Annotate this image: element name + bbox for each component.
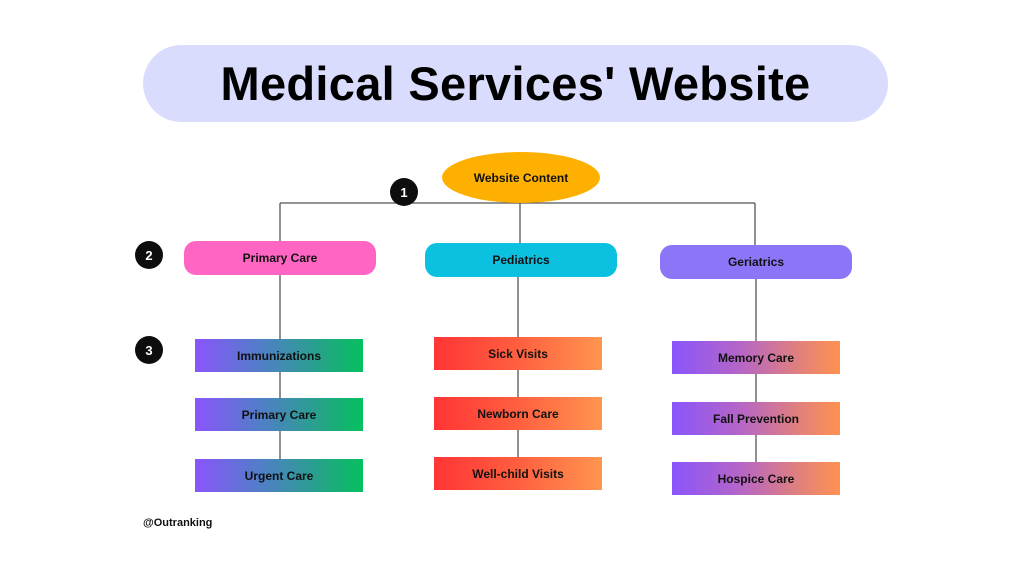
subitem-hospice-care: Hospice Care: [672, 462, 840, 495]
subitem-label: Fall Prevention: [712, 411, 800, 426]
subitem-urgent-care: Urgent Care: [195, 459, 363, 492]
subitem-newborn-care: Newborn Care: [434, 397, 602, 430]
level-badge-number: 2: [145, 247, 153, 263]
subitem-label: Hospice Care: [717, 471, 795, 486]
category-geriatrics: Geriatrics: [660, 245, 852, 279]
subitem-label: Newborn Care: [477, 406, 559, 421]
category-primary-care: Primary Care: [184, 241, 376, 275]
level-badge-number: 3: [145, 342, 153, 358]
root-label: Website Content: [473, 170, 569, 185]
category-pediatrics: Pediatrics: [425, 243, 617, 277]
level-badge-2: 2: [135, 241, 163, 269]
subitem-immunizations: Immunizations: [195, 339, 363, 372]
category-label: Pediatrics: [492, 253, 550, 267]
category-label: Geriatrics: [727, 255, 785, 269]
subitem-label: Immunizations: [236, 348, 321, 363]
level-badge-3: 3: [135, 336, 163, 364]
subitem-sick-visits: Sick Visits: [434, 337, 602, 370]
credit-text: @Outranking: [143, 517, 213, 529]
root-node: Website Content: [442, 152, 600, 203]
subitem-label: Memory Care: [717, 350, 795, 365]
level-badge-1: 1: [390, 178, 418, 206]
subitem-fall-prevention: Fall Prevention: [672, 402, 840, 435]
subitem-primary-care: Primary Care: [195, 398, 363, 431]
subitem-label: Sick Visits: [488, 346, 548, 361]
subitem-memory-care: Memory Care: [672, 341, 840, 374]
subitem-label: Primary Care: [241, 407, 317, 422]
subitem-label: Well-child Visits: [472, 466, 564, 481]
subitem-well-child-visits: Well-child Visits: [434, 457, 602, 490]
category-label: Primary Care: [242, 251, 318, 265]
subitem-label: Urgent Care: [244, 468, 314, 483]
level-badge-number: 1: [400, 184, 408, 200]
